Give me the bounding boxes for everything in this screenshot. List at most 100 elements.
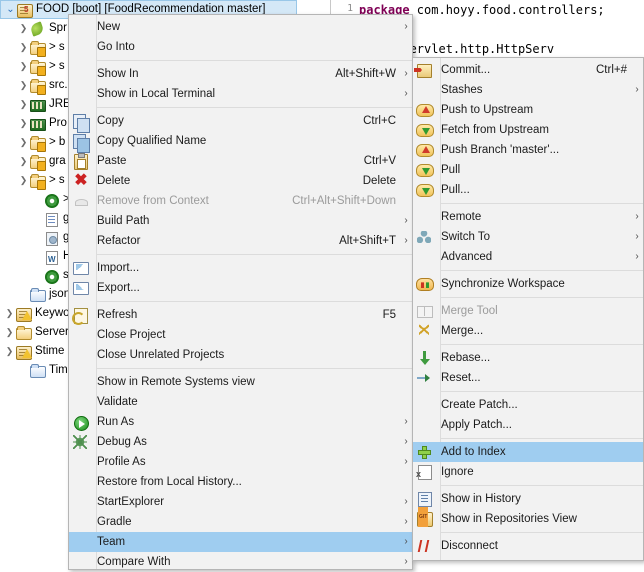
menu-item-import[interactable]: Import... › [69,258,412,278]
java-project-icon: 5 [16,2,33,18]
submenu-item-create-patch[interactable]: Create Patch... › [413,395,643,415]
submenu-item-rebase[interactable]: Rebase... › [413,348,643,368]
menu-item-gradle[interactable]: Gradle › [69,512,412,532]
chevron-right-icon[interactable]: ❯ [18,171,29,190]
menu-icon-empty [69,65,93,83]
menu-item-profile-as[interactable]: Profile As › [69,452,412,472]
chevron-right-icon[interactable]: ❯ [4,323,15,342]
submenu-item-show-in-repositories-view[interactable]: Show in Repositories View › [413,507,643,529]
menu-item-startexplorer[interactable]: StartExplorer › [69,492,412,512]
menu-item-new[interactable]: New › [69,17,412,37]
submenu-arrow-placeholder: › [631,321,643,341]
menu-separator [441,438,643,439]
submenu-item-reset[interactable]: Reset... › [413,368,643,388]
submenu-item-fetch-from-upstream[interactable]: Fetch from Upstream › [413,120,643,140]
submenu-item-add-to-index[interactable]: Add to Index › [413,442,643,462]
submenu-item-push-to-upstream[interactable]: Push to Upstream › [413,100,643,120]
menu-item-delete[interactable]: ✖ Delete Delete › [69,171,412,191]
menu-icon-empty [413,208,437,226]
submenu-item-ignore[interactable]: Ignore › [413,462,643,484]
chevron-right-icon[interactable]: ❯ [18,38,29,57]
source-folder-icon [29,78,46,95]
import-icon-glyph [73,262,89,275]
submenu-item-reset-label: Reset... [441,372,481,384]
submenu-arrow-icon: › [404,556,408,567]
submenu-item-remote[interactable]: Remote › [413,207,643,227]
submenu-item-show-in-history-label: Show in History [441,493,521,505]
menu-item-copy-qualified-name[interactable]: Copy Qualified Name › [69,131,412,153]
submenu-arrow-icon: › [635,211,639,222]
chevron-right-icon[interactable]: ❯ [18,76,29,95]
menu-item-show-in[interactable]: Show In Alt+Shift+W › [69,64,412,84]
menu-icon-empty [69,212,93,230]
menu-item-show-in-remote-systems-view[interactable]: Show in Remote Systems view › [69,372,412,392]
menu-item-go-into[interactable]: Go Into › [69,37,412,57]
menu-item-refactor[interactable]: Refactor Alt+Shift+T › [69,231,412,251]
menu-item-copy[interactable]: Copy Ctrl+C › [69,111,412,133]
submenu-item-show-in-repositories-view-label: Show in Repositories View [441,513,577,525]
chevron-right-icon[interactable]: ❯ [18,133,29,152]
team-submenu[interactable]: Commit...Ctrl+#›Stashes›Push to Upstream… [412,57,644,561]
menu-item-restore-from-local-history[interactable]: Restore from Local History... › [69,472,412,492]
chevron-down-icon[interactable]: ⌄ [5,0,16,19]
commit-icon-glyph [417,64,432,78]
chevron-right-icon[interactable]: ❯ [18,114,29,133]
paste-icon-glyph [74,153,88,170]
disconnect-icon-glyph [418,540,431,552]
submenu-item-synchronize-workspace[interactable]: Synchronize Workspace › [413,274,643,294]
menu-item-refresh[interactable]: Refresh F5 › [69,305,412,325]
submenu-item-push-branch-master[interactable]: Push Branch 'master'... › [413,140,643,160]
chevron-right-icon[interactable]: ❯ [18,19,29,38]
switch-to-icon [413,228,437,246]
submenu-item-apply-patch-label: Apply Patch... [441,419,512,431]
menu-item-run-as[interactable]: Run As › [69,412,412,432]
chevron-right-icon[interactable]: ❯ [4,304,15,323]
submenu-item-pull-dialog[interactable]: Pull... › [413,180,643,200]
gradle-build-icon-part [45,269,59,284]
submenu-item-commit[interactable]: Commit... Ctrl+# › [413,60,643,80]
submenu-item-pull[interactable]: Pull › [413,160,643,180]
show-in-repositories-view-icon [413,507,437,528]
project-context-menu[interactable]: New›Go Into› Show InAlt+Shift+W›Show in L… [68,14,413,570]
menu-item-compare-with[interactable]: Compare With › [69,552,412,572]
menu-item-delete-label: Delete [97,175,131,187]
merge-tool-icon [413,302,437,320]
submenu-arrow-placeholder: › [400,131,412,151]
source-folder-icon [29,59,46,76]
submenu-item-stashes[interactable]: Stashes › [413,80,643,100]
menu-item-show-in-local-terminal[interactable]: Show in Local Terminal › [69,84,412,104]
submenu-item-switch-to[interactable]: Switch To › [413,227,643,247]
menu-item-paste[interactable]: Paste Ctrl+V › [69,151,412,171]
menu-separator [97,368,412,369]
ignore-icon-glyph [416,464,432,484]
menu-item-close-unrelated-projects[interactable]: Close Unrelated Projects › [69,345,412,365]
submenu-item-advanced[interactable]: Advanced › [413,247,643,267]
chevron-right-icon[interactable]: ❯ [18,57,29,76]
submenu-item-show-in-history[interactable]: Show in History › [413,489,643,509]
submenu-arrow-placeholder: › [631,462,643,482]
submenu-item-merge[interactable]: Merge... › [413,321,643,341]
run-icon-glyph [74,416,89,431]
menu-item-paste-shortcut: Ctrl+V [363,155,396,167]
folder-plain-icon [29,363,46,379]
submenu-arrow-placeholder: › [631,489,643,509]
menu-item-debug-as[interactable]: Debug As › [69,432,412,452]
menu-item-export[interactable]: Export... › [69,278,412,298]
submenu-item-pull-label: Pull [441,164,461,176]
submenu-item-create-patch-label: Create Patch... [441,399,518,411]
chevron-right-icon[interactable]: ❯ [18,95,29,114]
menu-item-remove-from-context-shortcut: Ctrl+Alt+Shift+Down [292,195,396,207]
folder-icon [29,173,46,190]
menu-item-build-path[interactable]: Build Path › [69,211,412,231]
menu-item-validate[interactable]: Validate › [69,392,412,412]
menu-item-team[interactable]: Team › [69,532,412,552]
chevron-right-icon[interactable]: ❯ [4,342,15,361]
menu-item-close-project[interactable]: Close Project › [69,325,412,345]
menu-separator [97,107,412,108]
submenu-item-apply-patch[interactable]: Apply Patch... › [413,415,643,435]
submenu-item-disconnect[interactable]: Disconnect › [413,536,643,556]
menu-icon-empty [69,453,93,471]
chevron-right-icon[interactable]: ❯ [18,152,29,171]
merge-icon [413,322,437,340]
menu-item-build-path-label: Build Path [97,215,150,227]
